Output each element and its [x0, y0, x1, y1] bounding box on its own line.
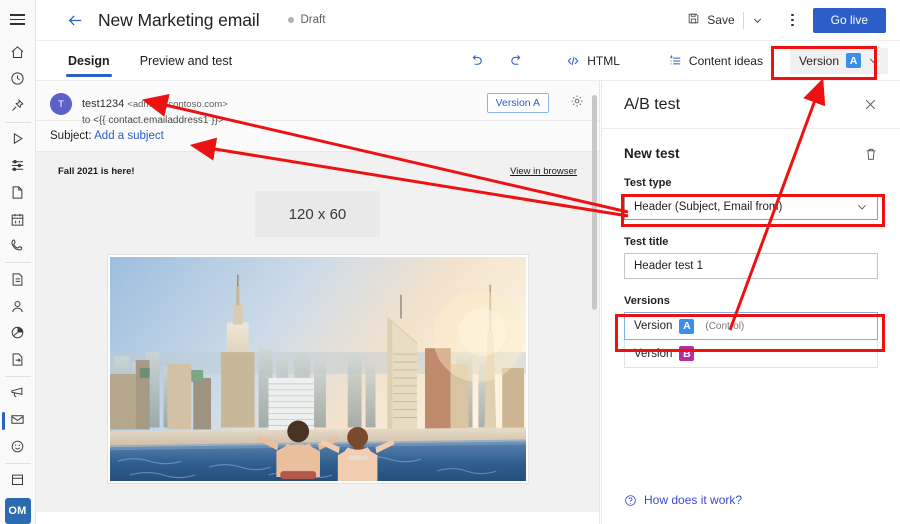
- email-preheader-row: Fall 2021 is here! View in browser: [36, 166, 599, 177]
- tab-design-label: Design: [68, 53, 110, 68]
- hero-image: [109, 257, 526, 481]
- smiley-icon[interactable]: [0, 433, 36, 460]
- sender-address: <admin@contoso.com>: [127, 99, 228, 110]
- org-badge[interactable]: OM: [0, 497, 36, 524]
- save-button[interactable]: Save: [680, 7, 741, 33]
- home-icon[interactable]: [0, 39, 36, 66]
- preheader-text: Fall 2021 is here!: [58, 166, 135, 177]
- pinned-icon[interactable]: [0, 92, 36, 119]
- segments-icon[interactable]: [0, 152, 36, 179]
- email-to-line: to <{{ contact.emailaddress1 }}>: [82, 115, 224, 127]
- email-sender-line: test1234 <admin@contoso.com>: [82, 98, 228, 110]
- contact-icon[interactable]: [0, 293, 36, 320]
- close-icon[interactable]: [863, 97, 878, 112]
- rail-divider: [4, 375, 31, 377]
- ab-test-panel: A/B test New test Test type Header (Subj…: [601, 81, 900, 524]
- content-ideas-button[interactable]: Content ideas: [659, 50, 772, 72]
- annotation-box-version-selector: [771, 46, 877, 80]
- versions-label: Versions: [624, 295, 670, 307]
- code-icon: [566, 54, 580, 68]
- org-badge-label: OM: [4, 497, 31, 524]
- save-label: Save: [707, 13, 735, 27]
- add-subject-link[interactable]: Add a subject: [94, 130, 164, 142]
- hero-image-block[interactable]: [106, 254, 529, 484]
- panel-title: A/B test: [624, 95, 681, 113]
- document-icon[interactable]: [0, 346, 36, 373]
- tab-preview-and-test[interactable]: Preview and test: [138, 41, 234, 81]
- redo-icon[interactable]: [501, 48, 531, 74]
- play-icon[interactable]: [0, 126, 36, 153]
- view-in-browser-link[interactable]: View in browser: [510, 166, 577, 177]
- event-icon[interactable]: [0, 467, 36, 494]
- email-sender: test1234 <admin@contoso.com> to <{{ cont…: [82, 92, 228, 127]
- status-badge: Draft: [287, 14, 326, 26]
- gear-icon[interactable]: [570, 94, 584, 113]
- email-body: Fall 2021 is here! View in browser 120 x…: [36, 152, 599, 512]
- content-ideas-icon: [668, 54, 682, 68]
- header-actions: Save Go live: [680, 7, 900, 33]
- annotation-box-test-type: [621, 194, 885, 227]
- header-divider: [742, 11, 744, 29]
- app-root: OM New Marketing email Draft Save Go liv…: [0, 0, 900, 524]
- canvas-scrollbar[interactable]: [592, 95, 597, 310]
- email-header-block[interactable]: T test1234 <admin@contoso.com> to <{{ co…: [36, 81, 599, 126]
- test-title-value: Header test 1: [634, 260, 704, 272]
- status-dot-icon: [287, 17, 294, 23]
- more-commands-icon[interactable]: [782, 9, 804, 31]
- email-version-a-button[interactable]: Version A: [486, 93, 549, 113]
- calendar-icon[interactable]: [0, 206, 36, 233]
- help-circle-icon: [624, 494, 637, 507]
- rail-divider: [4, 121, 31, 123]
- sender-name: test1234: [82, 98, 125, 110]
- panel-header: A/B test: [602, 81, 900, 129]
- html-button[interactable]: HTML: [557, 50, 629, 72]
- logo-placeholder[interactable]: 120 x 60: [255, 191, 380, 237]
- subject-label: Subject:: [50, 130, 92, 142]
- tab-design[interactable]: Design: [66, 41, 112, 81]
- how-does-it-work-link[interactable]: How does it work?: [624, 493, 742, 507]
- hamburger-glyph: [10, 13, 25, 25]
- save-caret-icon[interactable]: [745, 10, 770, 31]
- forms-icon[interactable]: [0, 179, 36, 206]
- go-live-button[interactable]: Go live: [812, 7, 886, 33]
- tab-preview-label: Preview and test: [139, 53, 233, 68]
- back-arrow-icon[interactable]: [64, 9, 86, 31]
- left-nav-rail: OM: [0, 0, 36, 524]
- analytics-icon[interactable]: [0, 319, 36, 346]
- test-title-label: Test title: [624, 236, 669, 248]
- html-label: HTML: [587, 53, 620, 68]
- test-name-row: New test: [624, 146, 878, 161]
- page-title: New Marketing email: [98, 9, 260, 30]
- recent-icon[interactable]: [0, 65, 36, 92]
- hamburger-menu-icon[interactable]: [0, 6, 36, 33]
- rail-divider: [4, 262, 31, 263]
- content-ideas-label: Content ideas: [688, 53, 763, 68]
- page-icon[interactable]: [0, 266, 36, 293]
- sidebar-item-marketing-emails[interactable]: [0, 406, 36, 433]
- avatar: T: [50, 93, 72, 115]
- trash-icon[interactable]: [864, 147, 878, 161]
- test-title-input[interactable]: Header test 1: [624, 253, 878, 279]
- save-icon: [687, 12, 700, 28]
- email-canvas: T test1234 <admin@contoso.com> to <{{ co…: [36, 81, 600, 524]
- status-label: Draft: [300, 14, 326, 26]
- megaphone-icon[interactable]: [0, 380, 36, 407]
- app-header: New Marketing email Draft Save Go live: [36, 0, 900, 41]
- test-name: New test: [624, 146, 680, 161]
- undo-icon[interactable]: [461, 48, 491, 74]
- test-type-label: Test type: [624, 177, 672, 189]
- phone-icon[interactable]: [0, 232, 36, 259]
- how-does-it-work-label: How does it work?: [644, 493, 743, 507]
- annotation-box-version-a-row: [615, 314, 885, 352]
- rail-divider: [4, 462, 31, 464]
